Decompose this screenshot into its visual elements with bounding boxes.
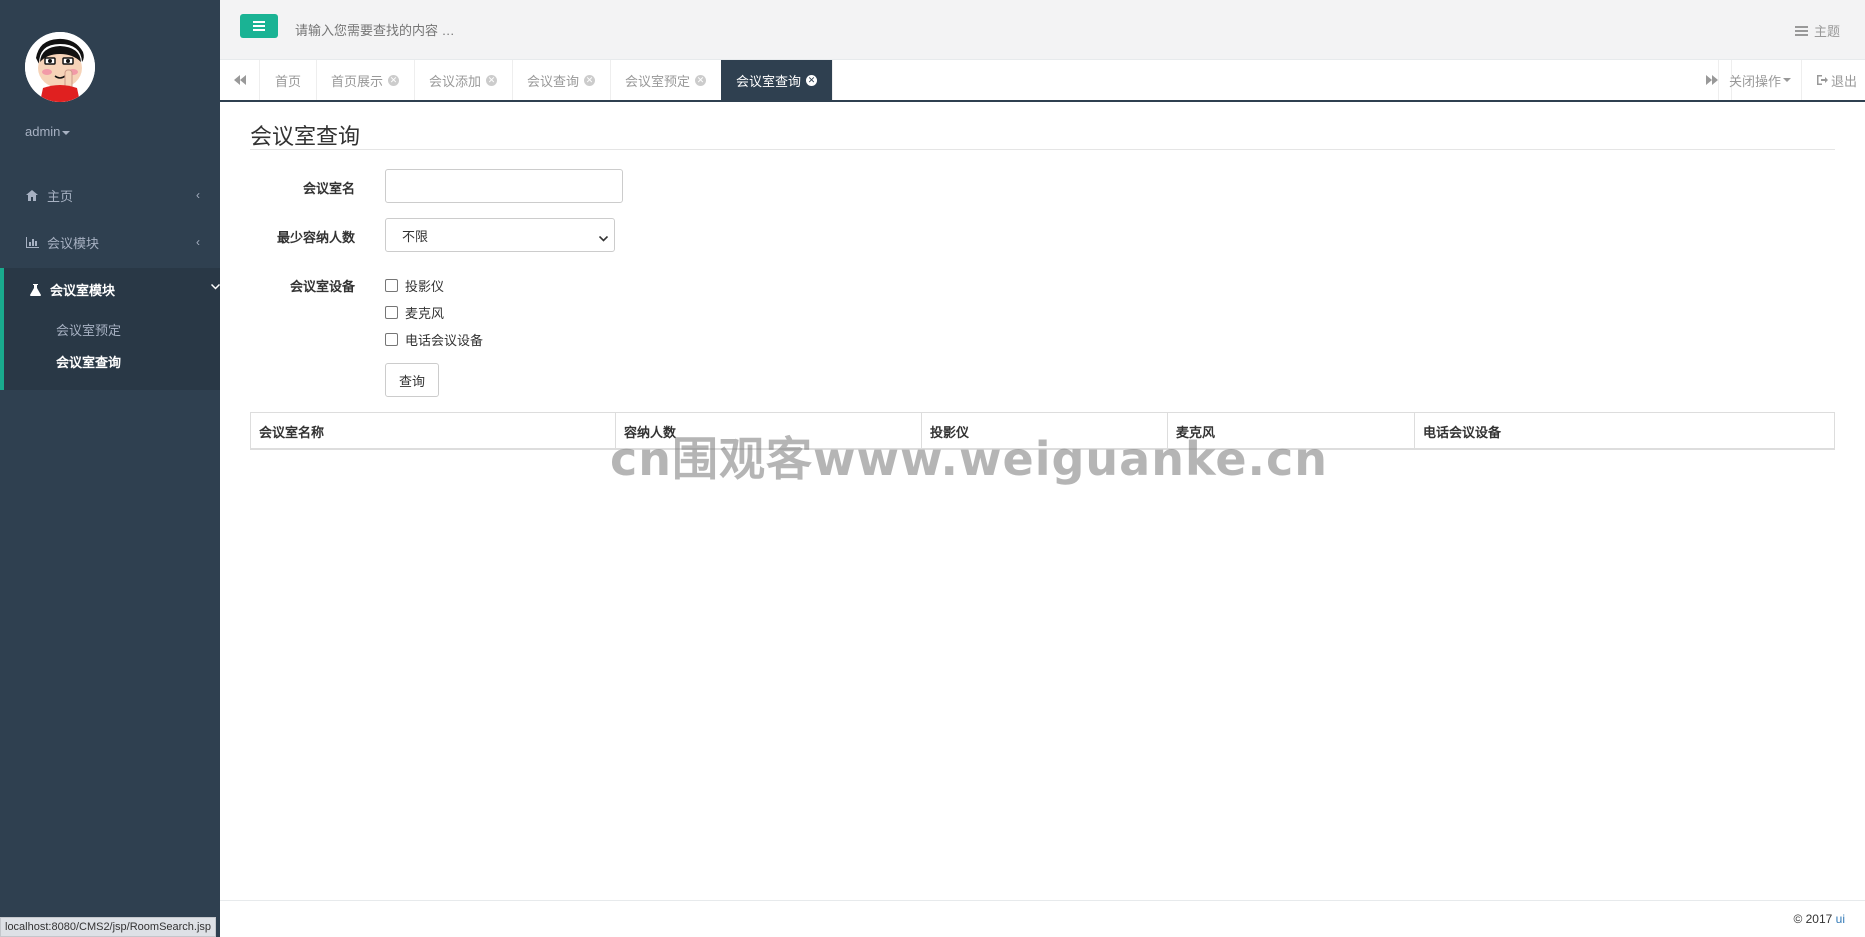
- flask-icon: [28, 283, 42, 297]
- min-capacity-label: 最少容纳人数: [276, 230, 355, 245]
- tab-home-display[interactable]: 首页展示 ✕: [316, 60, 416, 100]
- tab-label: 会议室预定: [625, 73, 691, 89]
- caret-down-icon: [1783, 78, 1791, 82]
- backward-icon: [233, 75, 246, 85]
- copyright: © 2017 ui: [1793, 912, 1845, 926]
- close-icon[interactable]: ✕: [695, 74, 707, 86]
- logout-button[interactable]: 退出: [1811, 60, 1863, 100]
- checkbox-label: 电话会议设备: [405, 333, 484, 348]
- theme-label: 主题: [1813, 24, 1840, 39]
- equipment-projector-option[interactable]: 投影仪: [385, 276, 444, 295]
- tab-label: 首页: [275, 73, 302, 89]
- query-button[interactable]: 查询: [385, 363, 439, 397]
- sidebar-item-label: 会议室模块: [50, 283, 116, 298]
- submenu-room-search[interactable]: 会议室查询: [56, 352, 121, 371]
- sidebar-item-label: 会议模块: [47, 235, 100, 251]
- page-title: 会议室查询: [250, 124, 361, 149]
- copyright-text: © 2017: [1793, 912, 1833, 926]
- table-header-conference-phone[interactable]: 电话会议设备: [1415, 413, 1834, 449]
- microphone-checkbox[interactable]: [385, 306, 398, 319]
- checkbox-label: 投影仪: [405, 279, 445, 294]
- close-operations-dropdown[interactable]: 关闭操作: [1717, 60, 1802, 100]
- search-input[interactable]: [295, 20, 695, 40]
- sidebar-item-room-header[interactable]: 会议室模块: [28, 279, 221, 299]
- watermark-text: cn围观客www.weiguanke.cn: [610, 432, 1329, 486]
- caret-down-icon: [62, 130, 71, 135]
- forward-icon: [1705, 75, 1718, 85]
- avatar-image: [25, 32, 95, 102]
- sidebar-item-label: 主页: [47, 188, 74, 204]
- room-name-input[interactable]: [385, 169, 623, 203]
- tasks-icon: [1794, 25, 1808, 36]
- sign-out-icon: [1816, 75, 1828, 85]
- theme-button[interactable]: 主题: [1794, 21, 1840, 40]
- footer: © 2017 ui: [220, 900, 1865, 937]
- submenu-room-booking[interactable]: 会议室预定: [56, 320, 121, 339]
- sidebar-item-room: 会议室模块 会议室预定 会议室查询: [0, 268, 221, 390]
- avatar[interactable]: [25, 32, 95, 102]
- tab-meeting-query[interactable]: 会议查询 ✕: [512, 60, 612, 100]
- tab-label: 会议添加: [429, 73, 482, 89]
- tab-room-booking[interactable]: 会议室预定 ✕: [610, 60, 723, 100]
- chevron-left-icon: ‹: [196, 235, 200, 249]
- menu-toggle-button[interactable]: [240, 14, 278, 38]
- tab-room-search[interactable]: 会议室查询 ✕: [721, 60, 834, 100]
- footer-link[interactable]: ui: [1836, 912, 1845, 926]
- sidebar-item-home[interactable]: 主页 ‹: [0, 173, 220, 217]
- logout-label: 退出: [1830, 73, 1857, 89]
- equipment-label: 会议室设备: [289, 279, 355, 294]
- bar-chart-icon: [25, 235, 39, 249]
- chevron-down-icon: [210, 279, 221, 293]
- chevron-down-icon: [598, 230, 609, 245]
- equipment-microphone-option[interactable]: 麦克风: [385, 303, 444, 322]
- tab-label: 会议室查询: [736, 73, 802, 89]
- min-capacity-value: 不限: [402, 228, 429, 244]
- close-icon[interactable]: ✕: [486, 74, 498, 86]
- close-icon[interactable]: ✕: [584, 74, 596, 86]
- tab-label: 首页展示: [331, 73, 384, 89]
- close-operations-label: 关闭操作: [1728, 73, 1781, 89]
- sidebar-item-meeting[interactable]: 会议模块 ‹: [0, 220, 220, 264]
- home-icon: [25, 188, 39, 202]
- checkbox-label: 麦克风: [405, 306, 445, 321]
- user-menu[interactable]: admin: [25, 124, 71, 139]
- tab-label: 会议查询: [527, 73, 580, 89]
- table-header-room-name[interactable]: 会议室名称: [251, 413, 616, 449]
- hamburger-icon: [253, 21, 265, 31]
- top-navbar: 主题: [220, 0, 1865, 60]
- close-icon[interactable]: ✕: [806, 74, 818, 86]
- close-icon[interactable]: ✕: [388, 74, 400, 86]
- min-capacity-select[interactable]: 不限: [385, 218, 615, 252]
- user-name: admin: [25, 124, 61, 139]
- sidebar: admin 主页 ‹ 会议模块 ‹ 会议室模块 会议室预定 会议室查询: [0, 0, 221, 937]
- browser-status-url: localhost:8080/CMS2/jsp/RoomSearch.jsp: [0, 917, 217, 937]
- divider: [250, 149, 1835, 150]
- tab-meeting-add[interactable]: 会议添加 ✕: [414, 60, 514, 100]
- chevron-left-icon: ‹: [196, 188, 200, 202]
- tab-scroll-left-button[interactable]: [220, 60, 260, 100]
- projector-checkbox[interactable]: [385, 279, 398, 292]
- conference-phone-checkbox[interactable]: [385, 333, 398, 346]
- tab-home[interactable]: 首页: [260, 60, 318, 100]
- room-name-label: 会议室名: [302, 181, 355, 196]
- tabs-bar: 首页 首页展示 ✕ 会议添加 ✕ 会议查询 ✕ 会议室预定 ✕ 会议室查询 ✕ 关闭操作 …: [220, 60, 1865, 102]
- equipment-conference-phone-option[interactable]: 电话会议设备: [385, 330, 483, 349]
